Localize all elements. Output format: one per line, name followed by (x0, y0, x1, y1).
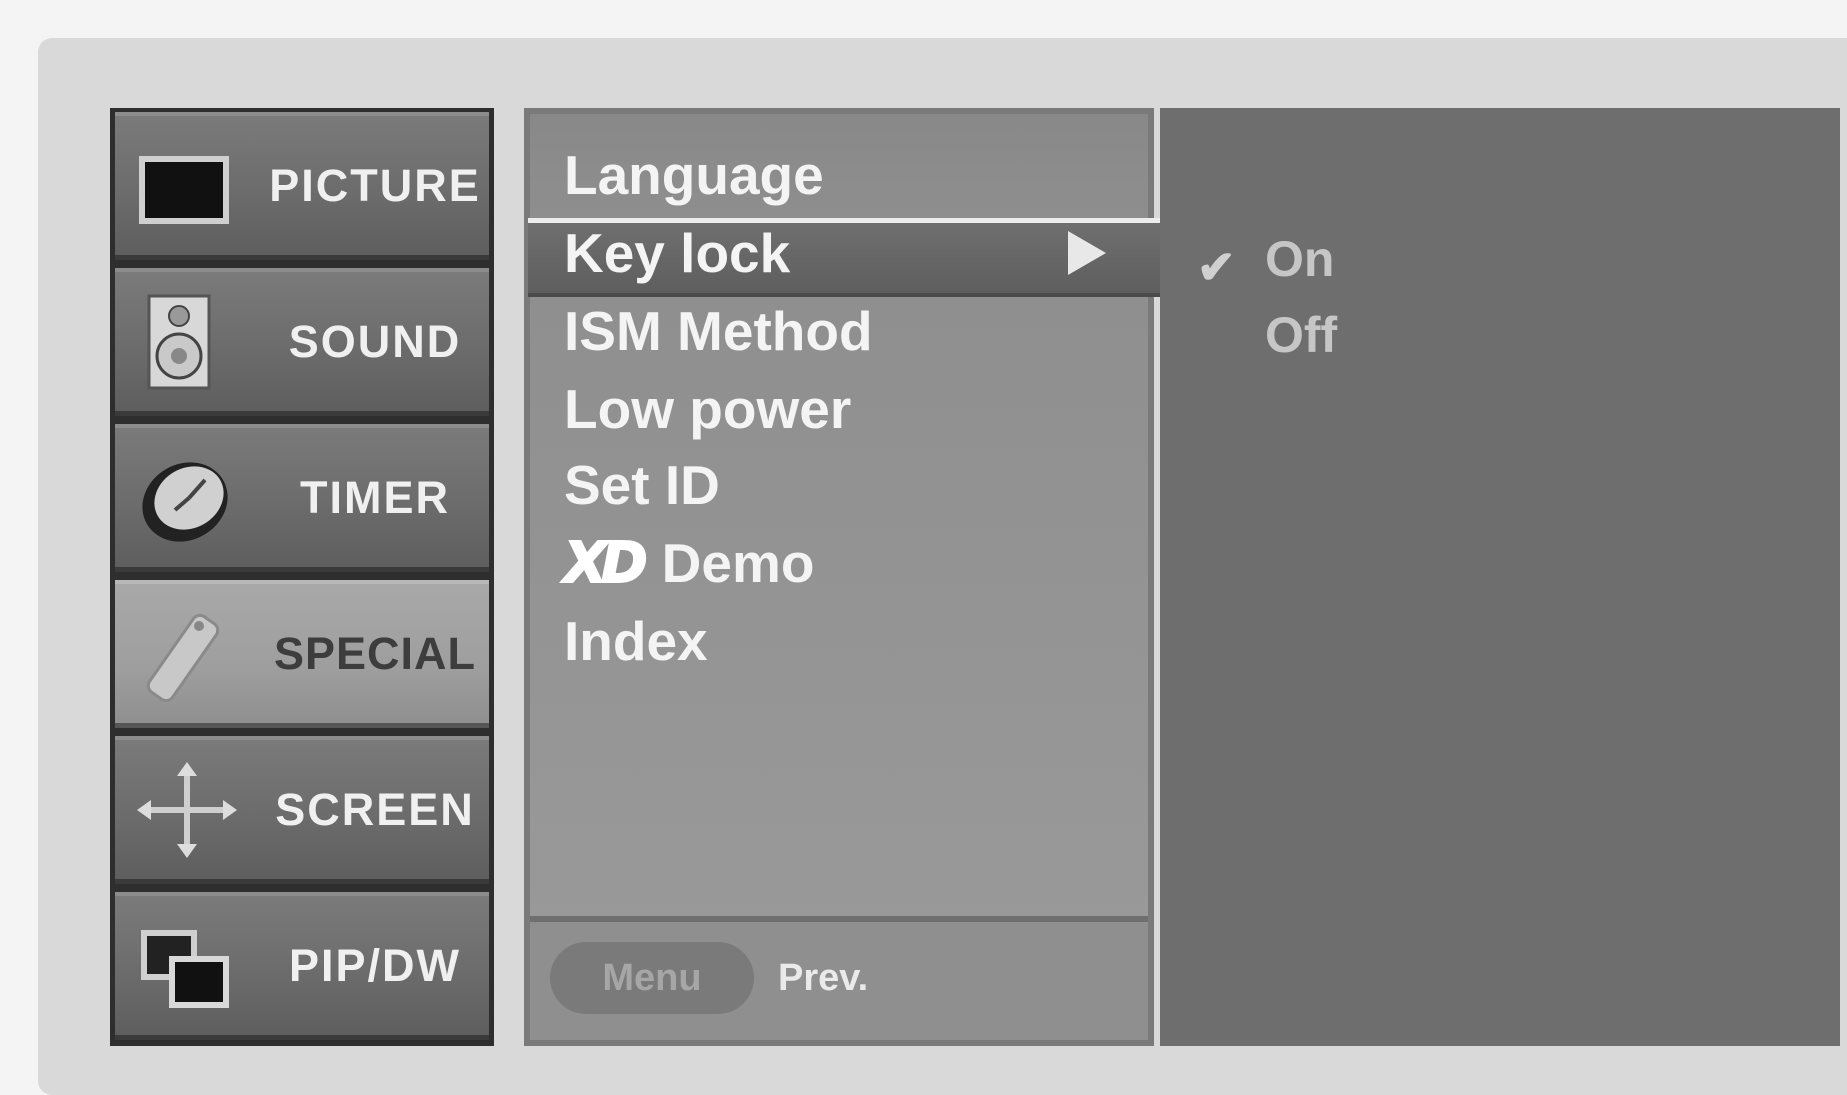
category-pip-dw[interactable]: PIP/DW (115, 892, 489, 1040)
option-set-id[interactable]: Set ID (564, 446, 720, 524)
arrow-right-icon (1068, 231, 1106, 275)
value-label: On (1265, 231, 1335, 287)
special-options-panel: Language Key lock ISM Method Low power S… (524, 108, 1168, 1046)
option-key-lock[interactable]: Key lock (564, 214, 790, 292)
category-label: TIMER (300, 472, 450, 523)
category-label: PIP/DW (288, 940, 461, 991)
option-language[interactable]: Language (564, 136, 824, 214)
category-screen[interactable]: SCREEN (115, 736, 489, 884)
pip-windows-icon (141, 930, 229, 1008)
category-label: SPECIAL (273, 628, 477, 679)
category-label: SCREEN (275, 784, 475, 835)
option-index[interactable]: Index (564, 602, 708, 680)
category-column: PICTURE SOUND TIMER SPECIAL SCREEN PIP/D… (110, 108, 494, 1046)
clock-icon (142, 462, 228, 542)
category-picture[interactable]: PICTURE (115, 112, 489, 260)
category-label: SOUND (288, 316, 462, 367)
picture-icon (139, 156, 229, 224)
option-low-power[interactable]: Low power (564, 370, 851, 448)
value-off[interactable]: Off (1265, 300, 1337, 370)
option-label: Demo (661, 532, 815, 594)
category-label: PICTURE (269, 160, 481, 211)
option-ism-method[interactable]: ISM Method (564, 292, 873, 370)
value-on[interactable]: ✔ On (1197, 224, 1335, 294)
remote-control-icon (146, 613, 220, 703)
menu-button[interactable]: Menu (550, 942, 754, 1014)
category-special[interactable]: SPECIAL (115, 580, 489, 728)
category-sound[interactable]: SOUND (115, 268, 489, 416)
speaker-icon (147, 294, 211, 390)
options-footer: Menu Prev. (530, 916, 1148, 1040)
category-timer[interactable]: TIMER (115, 424, 489, 572)
option-xd-demo[interactable]: XD Demo (563, 524, 815, 602)
move-arrows-icon (137, 762, 237, 858)
checkmark-icon: ✔ (1197, 241, 1236, 293)
prev-label: Prev. (778, 957, 869, 999)
key-lock-values-panel: ✔ On Off (1160, 108, 1840, 1046)
xd-logo: XD (563, 530, 649, 597)
